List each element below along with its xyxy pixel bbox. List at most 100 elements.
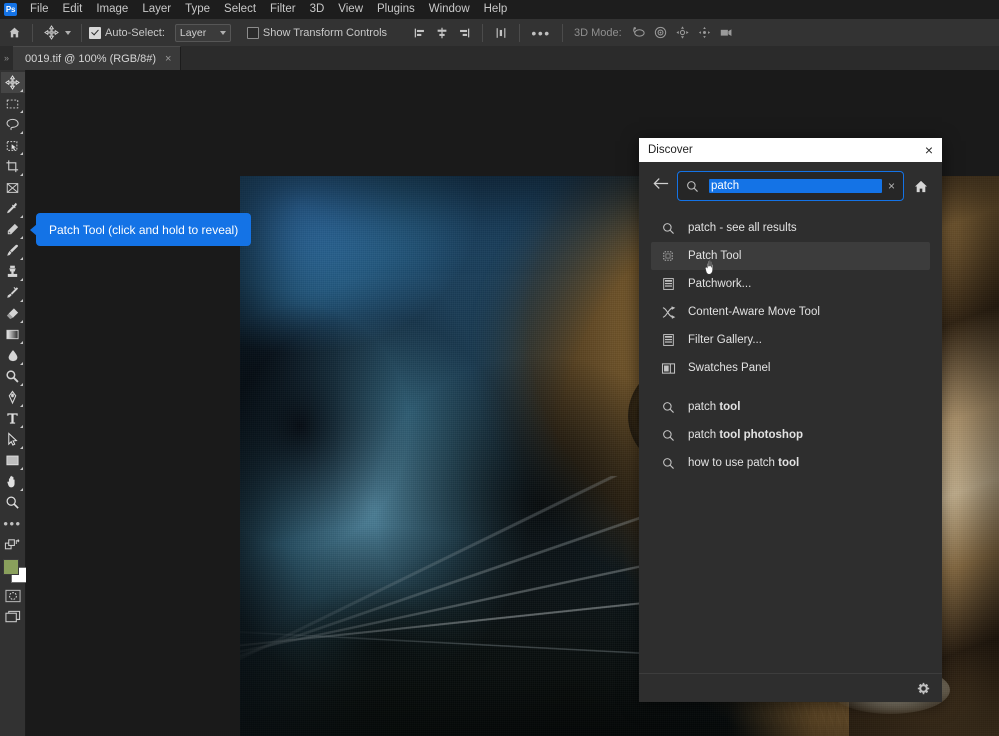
quick-mask-icon[interactable] [1, 585, 25, 606]
collapse-panels-icon[interactable]: » [0, 46, 13, 70]
result-label: Patchwork... [688, 278, 752, 290]
spot-healing-brush-tool[interactable] [1, 219, 25, 240]
clear-search-icon[interactable]: × [882, 179, 895, 193]
pen-tool[interactable] [1, 387, 25, 408]
close-icon[interactable]: × [165, 53, 171, 65]
swap-colors-icon[interactable] [1, 534, 25, 555]
results-group-separator [639, 382, 942, 393]
align-right-edges-icon[interactable] [453, 22, 475, 44]
show-transform-controls-label: Show Transform Controls [262, 26, 388, 39]
auto-select-scope-dropdown[interactable]: Layer [174, 23, 231, 42]
back-arrow-icon[interactable] [649, 177, 673, 195]
filter-icon [657, 274, 679, 294]
close-icon[interactable]: × [925, 143, 933, 157]
menu-item-plugins[interactable]: Plugins [370, 0, 422, 19]
menu-item-view[interactable]: View [331, 0, 370, 19]
tool-preset-chevron-icon[interactable] [62, 22, 74, 44]
roll-3d-icon[interactable] [650, 22, 672, 44]
search-icon [657, 425, 679, 445]
menu-item-help[interactable]: Help [477, 0, 515, 19]
move-tool[interactable] [0, 72, 25, 93]
search-input[interactable]: patch × [677, 171, 904, 201]
color-swatches[interactable] [0, 557, 27, 585]
search-icon [657, 397, 679, 417]
discover-title-bar: Discover × [639, 138, 942, 162]
toolbar-more-dots: ••• [3, 515, 22, 531]
dodge-tool[interactable] [1, 366, 25, 387]
brush-tool[interactable] [1, 240, 25, 261]
menu-item-file[interactable]: File [23, 0, 56, 19]
frame-tool[interactable] [1, 177, 25, 198]
result-patch-tool[interactable]: Patch Tool [651, 242, 930, 270]
more-options-icon[interactable]: ••• [527, 22, 555, 44]
auto-select-checkbox[interactable] [89, 26, 101, 39]
zoom-tool[interactable] [1, 492, 25, 513]
type-tool[interactable] [1, 408, 25, 429]
discover-body: patch × patch - see all results Patch To… [639, 162, 942, 702]
move-tool-icon[interactable] [40, 22, 62, 44]
distribute-horizontally-icon[interactable] [490, 22, 512, 44]
edit-toolbar-tool[interactable]: ••• [1, 513, 25, 534]
suggestion-patch-tool[interactable]: patch tool [639, 393, 942, 421]
filter-icon [657, 330, 679, 350]
search-icon [657, 218, 679, 238]
history-brush-tool[interactable] [1, 282, 25, 303]
result-swatches-panel[interactable]: Swatches Panel [639, 354, 942, 382]
menu-item-filter[interactable]: Filter [263, 0, 303, 19]
rectangular-marquee-tool[interactable] [1, 93, 25, 114]
eraser-tool[interactable] [1, 303, 25, 324]
lasso-tool[interactable] [1, 114, 25, 135]
menu-item-edit[interactable]: Edit [56, 0, 90, 19]
discover-panel-title: Discover [648, 144, 693, 156]
result-see-all-results[interactable]: patch - see all results [639, 214, 942, 242]
blur-tool[interactable] [1, 345, 25, 366]
divider [482, 23, 484, 42]
tool-tooltip: Patch Tool (click and hold to reveal) [30, 213, 252, 246]
eyedropper-tool[interactable] [1, 198, 25, 219]
clone-stamp-tool[interactable] [1, 261, 25, 282]
menu-item-window[interactable]: Window [422, 0, 477, 19]
document-tab-title: 0019.tif @ 100% (RGB/8#) [25, 52, 157, 65]
align-horizontal-centers-icon[interactable] [431, 22, 453, 44]
home-icon[interactable] [910, 179, 932, 194]
tooltip-text: Patch Tool (click and hold to reveal) [49, 222, 239, 237]
chevron-down-icon [219, 30, 226, 35]
menu-item-layer[interactable]: Layer [135, 0, 178, 19]
slide-3d-icon[interactable] [694, 22, 716, 44]
auto-select-label: Auto-Select: [105, 26, 165, 39]
menu-item-select[interactable]: Select [217, 0, 263, 19]
menu-item-3d[interactable]: 3D [303, 0, 332, 19]
orbit-3d-icon[interactable] [628, 22, 650, 44]
zoom-3d-camera-icon[interactable] [716, 22, 738, 44]
crop-tool[interactable] [1, 156, 25, 177]
divider [32, 23, 33, 42]
pan-3d-icon[interactable] [672, 22, 694, 44]
suggestion-how-to-use-patch-tool[interactable]: how to use patch tool [639, 449, 942, 477]
suggestion-patch-tool-photoshop[interactable]: patch tool photoshop [639, 421, 942, 449]
search-icon [686, 180, 699, 193]
path-selection-tool[interactable] [1, 429, 25, 450]
menu-item-image[interactable]: Image [89, 0, 135, 19]
result-label: Patch Tool [688, 250, 742, 262]
result-patchwork-filter[interactable]: Patchwork... [639, 270, 942, 298]
hand-tool[interactable] [1, 471, 25, 492]
divider [562, 23, 564, 42]
suggestion-label: how to use patch tool [688, 457, 800, 469]
gradient-tool[interactable] [1, 324, 25, 345]
foreground-color-swatch[interactable] [2, 559, 19, 575]
menu-item-type[interactable]: Type [178, 0, 217, 19]
tools-panel: ••• [0, 70, 27, 736]
result-label: Content-Aware Move Tool [688, 306, 820, 318]
result-content-aware-move-tool[interactable]: Content-Aware Move Tool [639, 298, 942, 326]
home-icon[interactable] [3, 22, 25, 44]
options-bar: Auto-Select: Layer Show Transform Contro… [0, 19, 999, 47]
align-left-edges-icon[interactable] [409, 22, 431, 44]
rectangle-tool[interactable] [1, 450, 25, 471]
discover-panel[interactable]: Discover × patch × patch - see all resul… [639, 138, 942, 702]
document-tab[interactable]: 0019.tif @ 100% (RGB/8#) × [13, 46, 182, 70]
result-filter-gallery[interactable]: Filter Gallery... [639, 326, 942, 354]
screen-mode-icon[interactable] [1, 606, 25, 627]
gear-icon[interactable] [917, 682, 930, 695]
show-transform-controls-checkbox[interactable] [246, 26, 259, 39]
object-selection-tool[interactable] [1, 135, 25, 156]
